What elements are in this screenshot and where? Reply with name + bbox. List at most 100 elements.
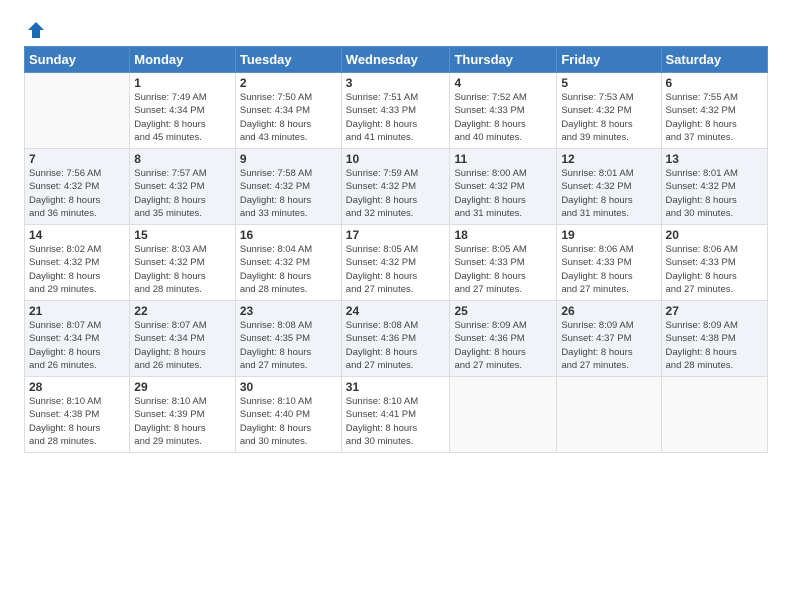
day-detail: Sunrise: 8:03 AMSunset: 4:32 PMDaylight:…	[134, 243, 231, 296]
day-number: 24	[346, 304, 446, 318]
table-row: 20Sunrise: 8:06 AMSunset: 4:33 PMDayligh…	[661, 225, 767, 301]
day-number: 31	[346, 380, 446, 394]
day-detail: Sunrise: 8:04 AMSunset: 4:32 PMDaylight:…	[240, 243, 337, 296]
table-row: 29Sunrise: 8:10 AMSunset: 4:39 PMDayligh…	[130, 377, 236, 453]
table-row: 2Sunrise: 7:50 AMSunset: 4:34 PMDaylight…	[235, 73, 341, 149]
day-detail: Sunrise: 7:58 AMSunset: 4:32 PMDaylight:…	[240, 167, 337, 220]
day-detail: Sunrise: 8:06 AMSunset: 4:33 PMDaylight:…	[666, 243, 763, 296]
col-monday: Monday	[130, 47, 236, 73]
page: Sunday Monday Tuesday Wednesday Thursday…	[0, 0, 792, 612]
day-detail: Sunrise: 8:10 AMSunset: 4:41 PMDaylight:…	[346, 395, 446, 448]
day-detail: Sunrise: 7:49 AMSunset: 4:34 PMDaylight:…	[134, 91, 231, 144]
calendar-week-row: 14Sunrise: 8:02 AMSunset: 4:32 PMDayligh…	[25, 225, 768, 301]
day-number: 29	[134, 380, 231, 394]
day-detail: Sunrise: 8:10 AMSunset: 4:38 PMDaylight:…	[29, 395, 125, 448]
day-detail: Sunrise: 7:51 AMSunset: 4:33 PMDaylight:…	[346, 91, 446, 144]
day-detail: Sunrise: 8:06 AMSunset: 4:33 PMDaylight:…	[561, 243, 656, 296]
day-number: 10	[346, 152, 446, 166]
table-row: 16Sunrise: 8:04 AMSunset: 4:32 PMDayligh…	[235, 225, 341, 301]
day-detail: Sunrise: 8:10 AMSunset: 4:40 PMDaylight:…	[240, 395, 337, 448]
day-detail: Sunrise: 8:09 AMSunset: 4:38 PMDaylight:…	[666, 319, 763, 372]
table-row: 7Sunrise: 7:56 AMSunset: 4:32 PMDaylight…	[25, 149, 130, 225]
day-detail: Sunrise: 8:10 AMSunset: 4:39 PMDaylight:…	[134, 395, 231, 448]
day-number: 14	[29, 228, 125, 242]
day-detail: Sunrise: 8:08 AMSunset: 4:35 PMDaylight:…	[240, 319, 337, 372]
day-number: 8	[134, 152, 231, 166]
table-row	[661, 377, 767, 453]
table-row: 15Sunrise: 8:03 AMSunset: 4:32 PMDayligh…	[130, 225, 236, 301]
day-detail: Sunrise: 7:57 AMSunset: 4:32 PMDaylight:…	[134, 167, 231, 220]
day-number: 2	[240, 76, 337, 90]
col-wednesday: Wednesday	[341, 47, 450, 73]
day-number: 26	[561, 304, 656, 318]
table-row: 4Sunrise: 7:52 AMSunset: 4:33 PMDaylight…	[450, 73, 557, 149]
col-saturday: Saturday	[661, 47, 767, 73]
day-detail: Sunrise: 8:07 AMSunset: 4:34 PMDaylight:…	[29, 319, 125, 372]
table-row: 23Sunrise: 8:08 AMSunset: 4:35 PMDayligh…	[235, 301, 341, 377]
table-row: 26Sunrise: 8:09 AMSunset: 4:37 PMDayligh…	[557, 301, 661, 377]
table-row: 28Sunrise: 8:10 AMSunset: 4:38 PMDayligh…	[25, 377, 130, 453]
table-row: 10Sunrise: 7:59 AMSunset: 4:32 PMDayligh…	[341, 149, 450, 225]
table-row: 1Sunrise: 7:49 AMSunset: 4:34 PMDaylight…	[130, 73, 236, 149]
day-detail: Sunrise: 8:02 AMSunset: 4:32 PMDaylight:…	[29, 243, 125, 296]
calendar-week-row: 1Sunrise: 7:49 AMSunset: 4:34 PMDaylight…	[25, 73, 768, 149]
table-row: 13Sunrise: 8:01 AMSunset: 4:32 PMDayligh…	[661, 149, 767, 225]
calendar-week-row: 21Sunrise: 8:07 AMSunset: 4:34 PMDayligh…	[25, 301, 768, 377]
calendar: Sunday Monday Tuesday Wednesday Thursday…	[24, 46, 768, 453]
day-detail: Sunrise: 7:50 AMSunset: 4:34 PMDaylight:…	[240, 91, 337, 144]
calendar-week-row: 28Sunrise: 8:10 AMSunset: 4:38 PMDayligh…	[25, 377, 768, 453]
table-row: 5Sunrise: 7:53 AMSunset: 4:32 PMDaylight…	[557, 73, 661, 149]
calendar-week-row: 7Sunrise: 7:56 AMSunset: 4:32 PMDaylight…	[25, 149, 768, 225]
col-thursday: Thursday	[450, 47, 557, 73]
day-detail: Sunrise: 7:59 AMSunset: 4:32 PMDaylight:…	[346, 167, 446, 220]
day-detail: Sunrise: 8:05 AMSunset: 4:32 PMDaylight:…	[346, 243, 446, 296]
day-number: 25	[454, 304, 552, 318]
table-row: 17Sunrise: 8:05 AMSunset: 4:32 PMDayligh…	[341, 225, 450, 301]
table-row: 3Sunrise: 7:51 AMSunset: 4:33 PMDaylight…	[341, 73, 450, 149]
day-number: 19	[561, 228, 656, 242]
day-number: 27	[666, 304, 763, 318]
calendar-header-row: Sunday Monday Tuesday Wednesday Thursday…	[25, 47, 768, 73]
table-row: 9Sunrise: 7:58 AMSunset: 4:32 PMDaylight…	[235, 149, 341, 225]
day-detail: Sunrise: 8:01 AMSunset: 4:32 PMDaylight:…	[666, 167, 763, 220]
day-number: 16	[240, 228, 337, 242]
table-row: 25Sunrise: 8:09 AMSunset: 4:36 PMDayligh…	[450, 301, 557, 377]
day-detail: Sunrise: 8:00 AMSunset: 4:32 PMDaylight:…	[454, 167, 552, 220]
logo	[24, 20, 48, 36]
col-sunday: Sunday	[25, 47, 130, 73]
day-detail: Sunrise: 8:09 AMSunset: 4:36 PMDaylight:…	[454, 319, 552, 372]
table-row: 19Sunrise: 8:06 AMSunset: 4:33 PMDayligh…	[557, 225, 661, 301]
day-number: 4	[454, 76, 552, 90]
col-friday: Friday	[557, 47, 661, 73]
day-number: 11	[454, 152, 552, 166]
table-row: 18Sunrise: 8:05 AMSunset: 4:33 PMDayligh…	[450, 225, 557, 301]
day-number: 17	[346, 228, 446, 242]
day-number: 1	[134, 76, 231, 90]
col-tuesday: Tuesday	[235, 47, 341, 73]
day-number: 22	[134, 304, 231, 318]
day-number: 5	[561, 76, 656, 90]
day-number: 3	[346, 76, 446, 90]
day-number: 9	[240, 152, 337, 166]
table-row: 6Sunrise: 7:55 AMSunset: 4:32 PMDaylight…	[661, 73, 767, 149]
day-number: 13	[666, 152, 763, 166]
table-row: 27Sunrise: 8:09 AMSunset: 4:38 PMDayligh…	[661, 301, 767, 377]
day-detail: Sunrise: 8:07 AMSunset: 4:34 PMDaylight:…	[134, 319, 231, 372]
header	[24, 20, 768, 36]
table-row: 11Sunrise: 8:00 AMSunset: 4:32 PMDayligh…	[450, 149, 557, 225]
table-row: 31Sunrise: 8:10 AMSunset: 4:41 PMDayligh…	[341, 377, 450, 453]
table-row: 30Sunrise: 8:10 AMSunset: 4:40 PMDayligh…	[235, 377, 341, 453]
day-number: 21	[29, 304, 125, 318]
day-number: 12	[561, 152, 656, 166]
day-number: 20	[666, 228, 763, 242]
day-number: 15	[134, 228, 231, 242]
table-row	[25, 73, 130, 149]
day-number: 7	[29, 152, 125, 166]
day-detail: Sunrise: 8:08 AMSunset: 4:36 PMDaylight:…	[346, 319, 446, 372]
day-detail: Sunrise: 7:53 AMSunset: 4:32 PMDaylight:…	[561, 91, 656, 144]
table-row: 12Sunrise: 8:01 AMSunset: 4:32 PMDayligh…	[557, 149, 661, 225]
day-detail: Sunrise: 8:01 AMSunset: 4:32 PMDaylight:…	[561, 167, 656, 220]
logo-icon	[26, 20, 46, 40]
day-detail: Sunrise: 7:52 AMSunset: 4:33 PMDaylight:…	[454, 91, 552, 144]
table-row: 24Sunrise: 8:08 AMSunset: 4:36 PMDayligh…	[341, 301, 450, 377]
